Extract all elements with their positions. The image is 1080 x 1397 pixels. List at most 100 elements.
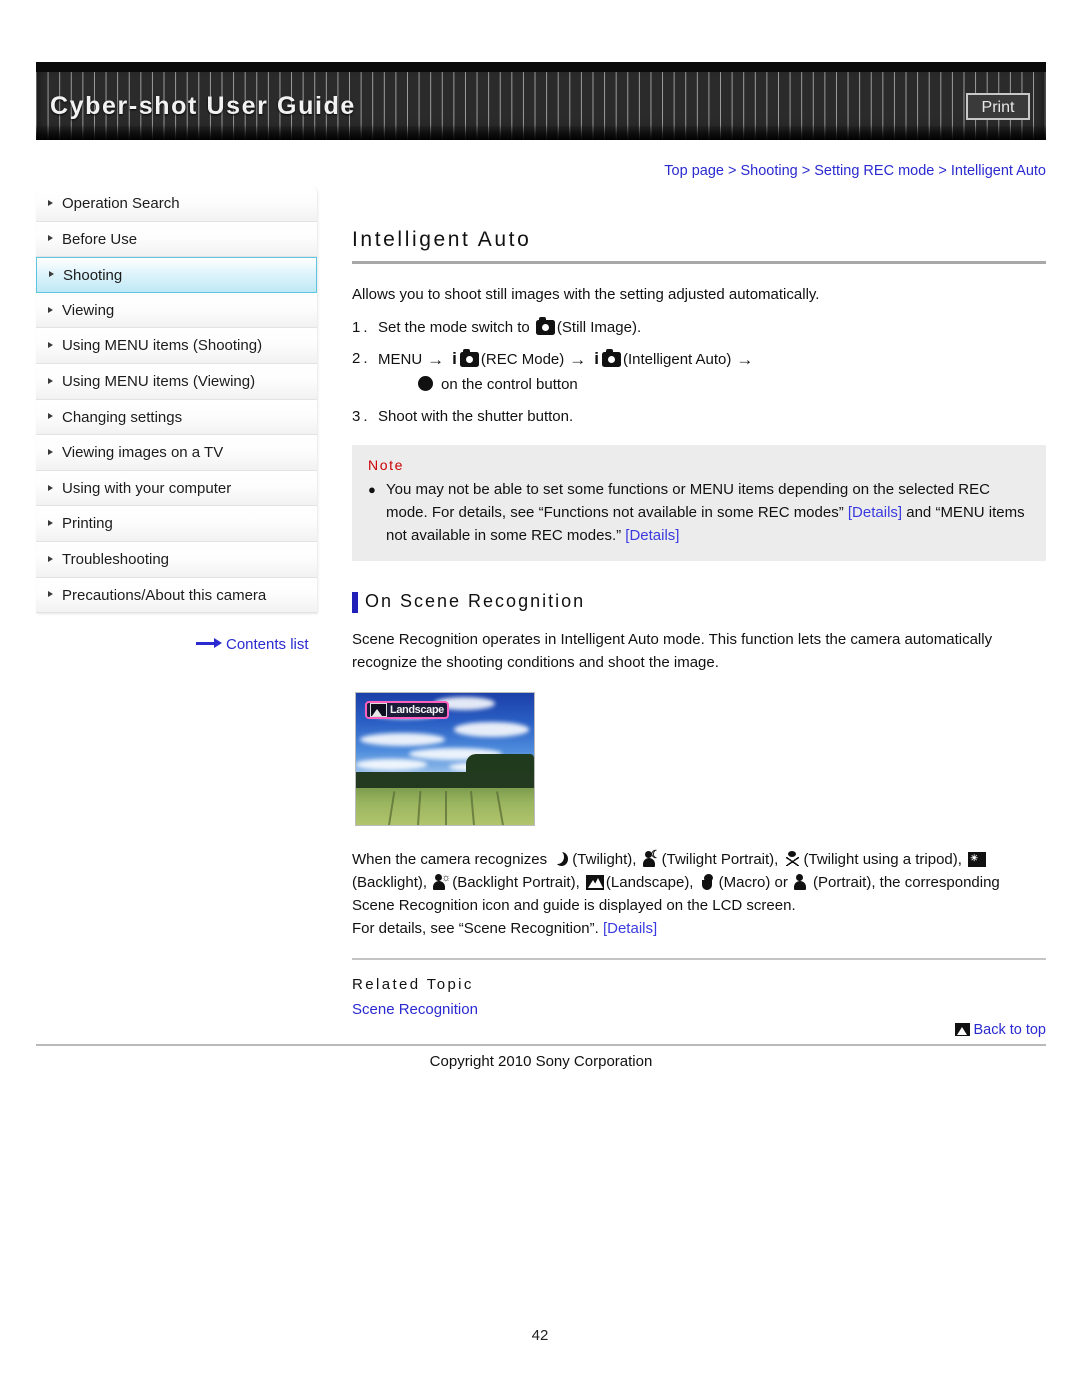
note-box: Note ● You may not be able to set some f…: [352, 445, 1046, 561]
section-heading-on-scene-recognition: On Scene Recognition: [352, 591, 1046, 613]
sidebar-item-viewing[interactable]: Viewing: [36, 292, 317, 329]
bullet-arrow-icon: [48, 235, 53, 242]
bullet-arrow-icon: [48, 199, 53, 206]
sidebar-item-operation-search[interactable]: Operation Search: [36, 186, 317, 222]
scene-icon-label: (Backlight),: [352, 874, 428, 891]
note-bullet-icon: ●: [368, 482, 376, 497]
step-2-substep: on the control button: [378, 372, 1046, 398]
contents-list-link[interactable]: Contents list: [196, 636, 309, 653]
bullet-arrow-icon: [48, 342, 53, 349]
app-title: Cyber-shot User Guide: [50, 92, 356, 120]
step-text: MENU → i (REC Mode) → i (Intelligent Auto) → on…: [378, 346, 1046, 398]
sidebar-item-using-with-your-computer[interactable]: Using with your computer: [36, 470, 317, 507]
sidebar-item-label: Viewing: [62, 301, 115, 319]
control-button-center-dot-icon: [418, 376, 433, 391]
sidebar-item-label: Using MENU items (Viewing): [62, 372, 256, 390]
back-to-top-label: Back to top: [973, 1022, 1046, 1038]
sidebar-item-label: Printing: [62, 515, 113, 533]
sidebar-item-label: Viewing images on a TV: [62, 444, 224, 462]
right-arrow-icon: [196, 638, 222, 648]
camera-icon: [535, 316, 555, 335]
scene-mode-tag: Landscape: [365, 701, 449, 719]
sidebar-item-label: Changing settings: [62, 408, 183, 426]
bullet-arrow-icon: [48, 484, 53, 491]
camera-icon: [602, 348, 621, 367]
twilight-icon: [551, 850, 570, 867]
back-to-top-link[interactable]: Back to top: [36, 1022, 1046, 1038]
intelligent-auto-label: (Intelligent Auto): [623, 351, 732, 368]
sidebar-item-printing[interactable]: Printing: [36, 506, 317, 542]
scene-recognition-paragraph: When the camera recognizes (Twilight), ☾…: [352, 848, 1046, 940]
related-topic-label: Related Topic: [352, 976, 474, 993]
right-arrow-glyph: →: [427, 350, 445, 369]
cloud-shape: [359, 732, 445, 746]
intro-paragraph: Allows you to shoot still images with th…: [352, 286, 820, 303]
twilight-portrait-icon: ☾: [642, 849, 661, 867]
bullet-arrow-icon: [48, 555, 53, 562]
page-title: Intelligent Auto: [352, 228, 1046, 264]
cloud-shape: [356, 759, 428, 770]
step-number: 2.: [352, 350, 371, 367]
portrait-icon: [794, 874, 811, 890]
sidebar-item-precautions-about-this-camera[interactable]: Precautions/About this camera: [36, 577, 317, 614]
backlight-icon: ☀: [968, 852, 987, 867]
bullet-arrow-icon: [48, 448, 53, 455]
step-sub-text: on the control button: [441, 376, 578, 393]
sidebar-item-label: Using with your computer: [62, 479, 232, 497]
bullet-arrow-icon: [48, 377, 53, 384]
procedure-steps: 1. Set the mode switch to (Still Image).…: [352, 315, 1046, 429]
step-text: Set the mode switch to (Still Image).: [378, 315, 1046, 340]
i-camera-icon: i: [594, 348, 623, 368]
right-arrow-glyph: →: [736, 350, 754, 369]
camera-icon: [459, 348, 479, 367]
right-arrow-glyph: →: [569, 350, 587, 369]
sidebar-item-shooting[interactable]: Shooting: [36, 257, 317, 293]
bullet-arrow-icon: [48, 306, 53, 313]
page-header: Cyber-shot User Guide Print: [36, 62, 1046, 140]
note-label: Note: [368, 457, 404, 473]
sidebar-item-before-use[interactable]: Before Use: [36, 221, 317, 258]
sidebar-item-viewing-images-on-a-tv[interactable]: Viewing images on a TV: [36, 435, 317, 471]
bullet-arrow-icon: [49, 271, 54, 278]
details-link[interactable]: [Details]: [625, 527, 679, 544]
sidebar-item-troubleshooting[interactable]: Troubleshooting: [36, 541, 317, 578]
cloud-shape: [453, 722, 529, 737]
step-number: 3.: [352, 408, 371, 425]
details-link[interactable]: [Details]: [603, 920, 657, 937]
sidebar-item-label: Precautions/About this camera: [62, 586, 267, 604]
macro-icon: [700, 874, 717, 890]
sidebar-item-label: Troubleshooting: [62, 550, 170, 568]
scene-icon-label: (Macro) or: [718, 874, 788, 891]
twilight-tripod-icon: [785, 851, 802, 867]
scene-icon-label: (Backlight Portrait),: [452, 874, 580, 891]
sidebar-item-label: Operation Search: [62, 195, 180, 212]
scene-icon-label: (Twilight using a tripod),: [803, 851, 962, 868]
contents-list-label: Contents list: [226, 636, 309, 653]
bullet-arrow-icon: [48, 413, 53, 420]
scene-recognition-screenshot: Landscape: [355, 692, 535, 826]
step-3: 3. Shoot with the shutter button.: [352, 404, 1046, 429]
bullet-arrow-icon: [48, 591, 53, 598]
rec-mode-label: (REC Mode): [480, 351, 565, 368]
i-camera-icon: i: [452, 348, 481, 368]
backlight-portrait-icon: ☼: [433, 873, 451, 890]
sidebar-item-using-menu-items-viewing[interactable]: Using MENU items (Viewing): [36, 363, 317, 400]
sidebar-item-label: Using MENU items (Shooting): [62, 337, 263, 355]
backlight-glyph: ☀: [970, 853, 979, 863]
sidebar-item-changing-settings[interactable]: Changing settings: [36, 399, 317, 436]
step-1: 1. Set the mode switch to (Still Image).: [352, 315, 1046, 340]
details-link[interactable]: [Details]: [848, 504, 902, 521]
menu-label: MENU: [378, 351, 423, 368]
step-text: Shoot with the shutter button.: [378, 408, 574, 425]
related-topic-link-scene-recognition[interactable]: Scene Recognition: [352, 1001, 1046, 1018]
moon-badge-icon: ☾: [650, 849, 661, 861]
sidebar-nav: Operation Search Before Use Shooting Vie…: [36, 186, 317, 614]
landscape-icon: [370, 703, 387, 717]
step-number: 1.: [352, 319, 371, 336]
page-number: 42: [531, 1327, 549, 1344]
furrow-line: [445, 790, 447, 825]
print-button[interactable]: Print: [966, 93, 1030, 120]
note-list: ● You may not be able to set some functi…: [368, 478, 1030, 547]
breadcrumb[interactable]: Top page > Shooting > Setting REC mode >…: [352, 163, 1046, 179]
sidebar-item-using-menu-items-shooting[interactable]: Using MENU items (Shooting): [36, 328, 317, 364]
